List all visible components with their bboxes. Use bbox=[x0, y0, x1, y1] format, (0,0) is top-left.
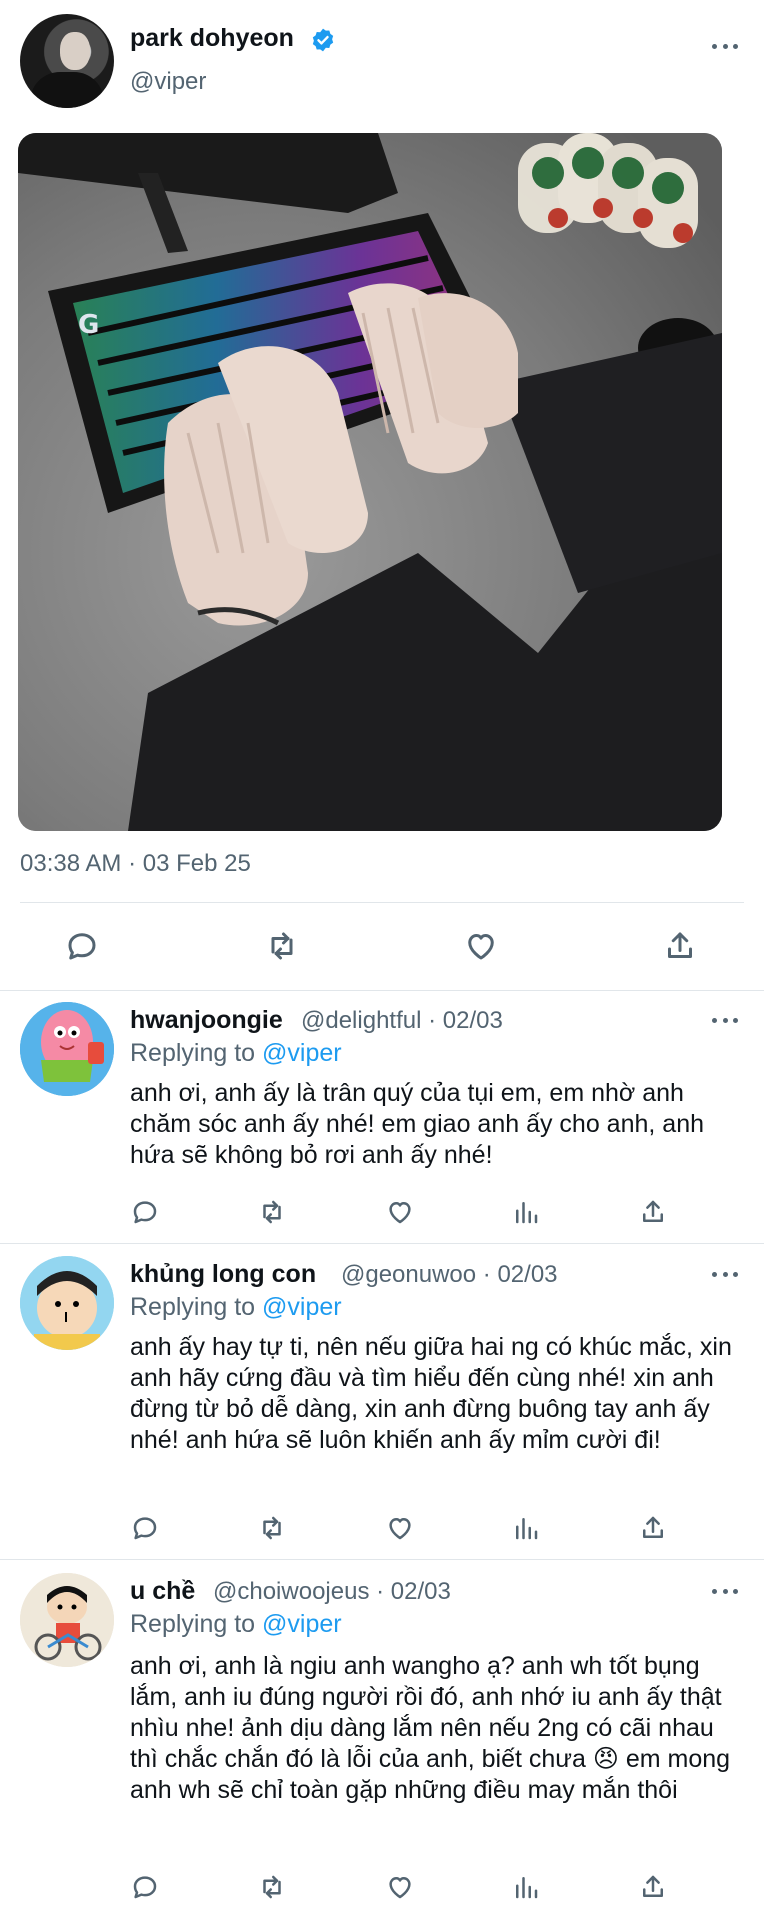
post-image[interactable]: G bbox=[18, 133, 722, 831]
author-display-name[interactable]: park dohyeon bbox=[130, 24, 294, 53]
replying-to-mention[interactable]: @viper bbox=[262, 1610, 342, 1638]
like-button[interactable] bbox=[380, 1192, 420, 1232]
post-timestamp[interactable]: 03:38 AM · 03 Feb 25 bbox=[20, 850, 251, 878]
reply-button[interactable] bbox=[125, 1508, 165, 1548]
analytics-button[interactable] bbox=[506, 1867, 546, 1907]
share-icon bbox=[668, 932, 692, 958]
replying-to-label: Replying to bbox=[130, 1293, 256, 1321]
divider bbox=[20, 902, 744, 903]
reply-meta[interactable]: @geonuwoo · 02/03 bbox=[341, 1261, 558, 1289]
reply-avatar[interactable] bbox=[20, 1573, 114, 1667]
more-icon[interactable] bbox=[712, 1270, 738, 1278]
like-button[interactable] bbox=[380, 1867, 420, 1907]
post-header: park dohyeon @viper bbox=[0, 0, 764, 120]
reply-text: anh ơi, anh ấy là trân quý của tụi em, e… bbox=[130, 1079, 704, 1169]
reply-button[interactable] bbox=[125, 1192, 165, 1232]
heart-icon bbox=[468, 934, 494, 960]
svg-text:G: G bbox=[78, 310, 99, 340]
retweet-icon bbox=[263, 1875, 281, 1899]
replying-to-label: Replying to bbox=[130, 1610, 256, 1638]
retweet-button[interactable] bbox=[252, 1192, 292, 1232]
analytics-button[interactable] bbox=[506, 1192, 546, 1232]
retweet-icon bbox=[271, 932, 293, 960]
share-button[interactable] bbox=[633, 1867, 673, 1907]
replying-to: Replying to @viper bbox=[130, 1039, 342, 1068]
share-button[interactable] bbox=[633, 1192, 673, 1232]
retweet-button[interactable] bbox=[262, 926, 302, 966]
retweet-button[interactable] bbox=[252, 1867, 292, 1907]
replying-to-mention[interactable]: @viper bbox=[262, 1039, 342, 1067]
replying-to: Replying to @viper bbox=[130, 1293, 342, 1322]
heart-icon bbox=[389, 1202, 411, 1224]
divider bbox=[0, 1243, 764, 1244]
verified-badge-icon bbox=[312, 28, 334, 52]
share-icon bbox=[643, 1875, 663, 1897]
reply-button[interactable] bbox=[125, 1867, 165, 1907]
more-icon[interactable] bbox=[712, 1016, 738, 1024]
heart-icon bbox=[389, 1877, 411, 1899]
reply-display-name[interactable]: u chề bbox=[130, 1577, 195, 1606]
retweet-icon bbox=[263, 1200, 281, 1224]
share-icon bbox=[643, 1200, 663, 1222]
reply-icon bbox=[133, 1201, 157, 1224]
reply-button[interactable] bbox=[62, 926, 102, 966]
reply-text: anh ơi, anh là ngiu anh wangho ạ? anh wh… bbox=[130, 1652, 731, 1804]
analytics-icon bbox=[516, 1518, 538, 1540]
analytics-icon bbox=[516, 1202, 538, 1224]
reply-meta[interactable]: @delightful · 02/03 bbox=[301, 1007, 503, 1035]
share-button[interactable] bbox=[633, 1508, 673, 1548]
more-icon[interactable] bbox=[712, 1587, 738, 1595]
retweet-button[interactable] bbox=[252, 1508, 292, 1548]
replying-to: Replying to @viper bbox=[130, 1610, 342, 1639]
divider bbox=[0, 990, 764, 991]
more-icon[interactable] bbox=[712, 42, 738, 50]
divider bbox=[0, 1559, 764, 1560]
replying-to-label: Replying to bbox=[130, 1039, 256, 1067]
analytics-icon bbox=[516, 1877, 538, 1899]
share-icon bbox=[643, 1516, 663, 1538]
retweet-icon bbox=[263, 1516, 281, 1540]
reply-display-name[interactable]: khủng long con bbox=[130, 1260, 316, 1289]
like-button[interactable] bbox=[380, 1508, 420, 1548]
reply-icon bbox=[68, 933, 96, 960]
reply-icon bbox=[133, 1876, 157, 1899]
reply-meta[interactable]: @choiwoojeus · 02/03 bbox=[213, 1578, 451, 1606]
reply-avatar[interactable] bbox=[20, 1256, 114, 1350]
keyboard-photo: G bbox=[18, 133, 722, 831]
share-button[interactable] bbox=[660, 926, 700, 966]
reply-display-name[interactable]: hwanjoongie bbox=[130, 1006, 283, 1035]
replying-to-mention[interactable]: @viper bbox=[262, 1293, 342, 1321]
like-button[interactable] bbox=[461, 926, 501, 966]
author-handle[interactable]: @viper bbox=[130, 68, 206, 96]
analytics-button[interactable] bbox=[506, 1508, 546, 1548]
reply-avatar[interactable] bbox=[20, 1002, 114, 1096]
heart-icon bbox=[389, 1518, 411, 1540]
reply-icon bbox=[133, 1517, 157, 1540]
author-avatar[interactable] bbox=[20, 14, 114, 108]
reply-text: anh ấy hay tự ti, nên nếu giữa hai ng có… bbox=[130, 1333, 732, 1454]
